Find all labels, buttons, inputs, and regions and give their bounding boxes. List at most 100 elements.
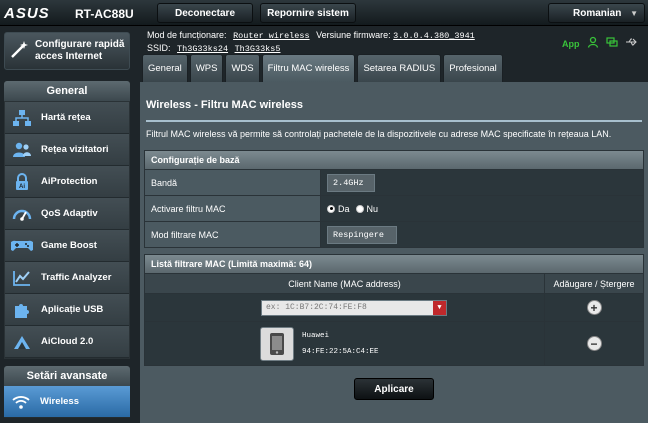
enable-mac-filter-label: Activare filtru MAC <box>145 196 321 221</box>
sidebar-item-label: Rețea vizitatori <box>41 144 109 155</box>
status-info: Mod de funcționare: Router wireless Vers… <box>147 29 475 55</box>
plus-icon: + <box>590 300 598 315</box>
basic-config-table: Configurație de bază Bandă 2.4GHz Activa… <box>144 150 644 248</box>
router-model: RT-AC88U <box>75 7 134 21</box>
mac-filter-list-table: Listă filtrare MAC (Limită maximă: 64) C… <box>144 254 644 366</box>
app-link[interactable]: App <box>562 39 580 49</box>
tab-general[interactable]: General <box>142 54 188 82</box>
apply-button[interactable]: Aplicare <box>354 378 434 400</box>
firmware-value-link[interactable]: 3.0.0.4.380_3941 <box>393 31 475 41</box>
filter-mode-label: Mod filtrare MAC <box>145 222 321 247</box>
mac-address-input[interactable]: ex: 1C:B7:2C:74:FE:F8 ▼ <box>261 299 447 316</box>
firmware-label: Versiune firmware: <box>316 30 391 40</box>
sidebar-item-aicloud[interactable]: AiCloud 2.0 <box>5 326 129 358</box>
quick-setup-button[interactable]: Configurare rapidă acces Internet <box>4 32 130 70</box>
ssid-link-1[interactable]: Th3G33ks24 <box>177 44 228 54</box>
tab-wps[interactable]: WPS <box>189 54 224 82</box>
network-map-icon <box>11 107 33 129</box>
mac-input-row: ex: 1C:B7:2C:74:FE:F8 ▼ + <box>145 293 643 321</box>
guest-network-icon <box>11 139 33 161</box>
filter-mode-select[interactable]: Respingere <box>327 225 397 244</box>
band-row: Bandă 2.4GHz <box>145 169 643 195</box>
sidebar: Configurare rapidă acces Internet Genera… <box>0 26 140 423</box>
tab-bar: General WPS WDS Filtru MAC wireless Seta… <box>142 54 503 82</box>
language-value: Romanian <box>573 7 622 19</box>
radio-no-label: Nu <box>366 203 379 214</box>
sidebar-item-aiprotection[interactable]: Ai AiProtection <box>5 166 129 198</box>
band-label: Bandă <box>145 170 321 195</box>
tab-mac-filter[interactable]: Filtru MAC wireless <box>261 54 356 82</box>
ssid-label: SSID: <box>147 43 171 53</box>
sidebar-item-wireless[interactable]: Wireless <box>4 386 130 418</box>
table-row: Huawei 94:FE:22:5A:C4:EE − <box>145 321 643 365</box>
tab-radius[interactable]: Setarea RADIUS <box>357 54 442 82</box>
tab-wds[interactable]: WDS <box>225 54 260 82</box>
band-select[interactable]: 2.4GHz <box>327 173 375 192</box>
aicloud-icon <box>11 331 33 353</box>
column-add-delete: Adăugare / Ștergere <box>553 278 635 289</box>
minus-icon: − <box>590 336 598 351</box>
usb-icon[interactable] <box>625 37 638 50</box>
sidebar-item-label: QoS Adaptiv <box>41 208 98 219</box>
sidebar-item-network-map[interactable]: Hartă rețea <box>5 102 129 134</box>
asus-logo: ASUS <box>4 5 50 22</box>
tab-professional[interactable]: Profesional <box>443 54 503 82</box>
radio-yes[interactable]: Da <box>327 204 350 214</box>
sidebar-item-usb-application[interactable]: Aplicație USB <box>5 294 129 326</box>
traffic-chart-icon <box>11 267 33 289</box>
radio-dot-unchecked <box>355 204 364 213</box>
status-icons: App <box>562 36 638 51</box>
filter-mode-row: Mod filtrare MAC Respingere <box>145 221 643 247</box>
ssid-link-2[interactable]: Th3G33ks5 <box>235 44 281 54</box>
mac-list-header: Listă filtrare MAC (Limită maximă: 64) <box>145 255 643 273</box>
usb-puzzle-icon <box>11 299 33 321</box>
general-section-title: General <box>4 81 130 101</box>
sidebar-item-label: Traffic Analyzer <box>41 272 112 283</box>
sidebar-item-label: Wireless <box>40 396 79 407</box>
device-mac: 94:FE:22:5A:C4:EE <box>302 347 379 356</box>
router-admin-page: ASUS RT-AC88U Deconectare Repornire sist… <box>0 0 648 423</box>
language-select[interactable]: Romanian ▼ <box>548 3 645 23</box>
page-description: Filtrul MAC wireless vă permite să contr… <box>146 129 612 139</box>
basic-config-header: Configurație de bază <box>145 151 643 169</box>
sidebar-item-label: Hartă rețea <box>41 112 91 123</box>
mac-address-placeholder: ex: 1C:B7:2C:74:FE:F8 <box>266 303 367 312</box>
top-bar: ASUS RT-AC88U Deconectare Repornire sist… <box>0 0 648 26</box>
general-nav-list: Hartă rețea Rețea vizitatori Ai AiProtec… <box>4 101 130 359</box>
advanced-nav-list: Wireless <box>4 386 130 418</box>
device-info: Huawei 94:FE:22:5A:C4:EE <box>302 328 379 360</box>
mode-label: Mod de funcționare: <box>147 30 227 40</box>
aiprotection-lock-icon: Ai <box>11 171 33 193</box>
delete-button[interactable]: − <box>586 336 602 351</box>
magic-wand-icon <box>9 40 29 63</box>
user-icon[interactable] <box>587 36 599 51</box>
mac-list-column-headers: Client Name (MAC address) Adăugare / Ște… <box>145 273 643 293</box>
gamepad-icon <box>11 235 33 257</box>
page-title: Wireless - Filtru MAC wireless <box>146 99 304 111</box>
qos-gauge-icon <box>11 203 33 225</box>
sidebar-item-label: Aplicație USB <box>41 304 104 315</box>
sidebar-item-adaptive-qos[interactable]: QoS Adaptiv <box>5 198 129 230</box>
sidebar-item-traffic-analyzer[interactable]: Traffic Analyzer <box>5 262 129 294</box>
network-icon[interactable] <box>605 36 618 51</box>
sidebar-item-label: Game Boost <box>41 240 97 251</box>
advanced-section-title: Setări avansate <box>4 366 130 386</box>
mode-value-link[interactable]: Router wireless <box>233 31 310 41</box>
sidebar-item-guest-network[interactable]: Rețea vizitatori <box>5 134 129 166</box>
wifi-icon <box>10 391 32 413</box>
radio-no[interactable]: Nu <box>355 203 379 214</box>
title-divider <box>146 120 642 122</box>
add-button[interactable]: + <box>586 300 602 315</box>
radio-dot-checked <box>327 204 335 213</box>
main-panel: Wireless - Filtru MAC wireless Filtrul M… <box>140 82 648 423</box>
column-client-name: Client Name (MAC address) <box>145 274 545 293</box>
mobile-device-icon <box>260 326 294 361</box>
dropdown-arrow-icon[interactable]: ▼ <box>433 300 446 315</box>
svg-text:Ai: Ai <box>19 184 25 190</box>
reboot-button[interactable]: Repornire sistem <box>260 3 356 23</box>
logout-button[interactable]: Deconectare <box>157 3 253 23</box>
sidebar-item-label: AiCloud 2.0 <box>41 336 94 347</box>
radio-yes-label: Da <box>338 203 350 214</box>
device-name: Huawei <box>302 331 330 340</box>
sidebar-item-game-boost[interactable]: Game Boost <box>5 230 129 262</box>
